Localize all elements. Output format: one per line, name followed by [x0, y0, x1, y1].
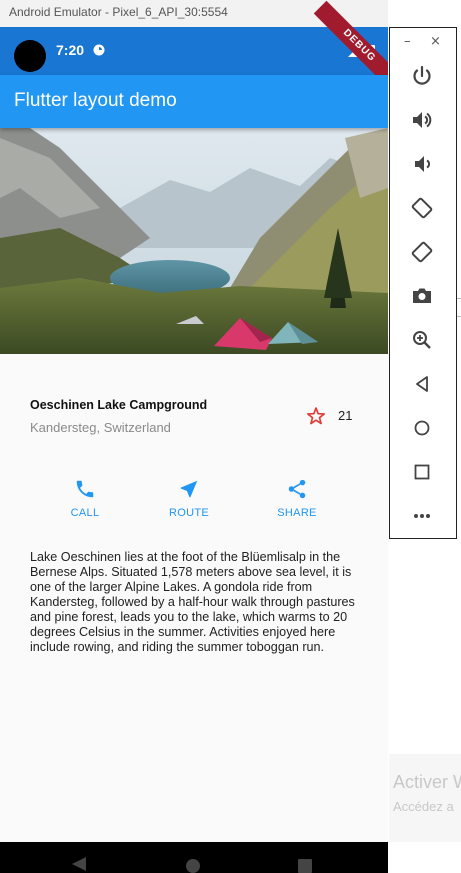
activation-title: Activer W [393, 772, 461, 792]
home-icon[interactable] [410, 416, 434, 440]
share-icon [288, 479, 306, 499]
phone-icon [76, 480, 94, 498]
route-button[interactable]: ROUTE [154, 478, 224, 519]
camera-cutout [14, 40, 46, 72]
lake-landscape-image [0, 128, 388, 354]
volume-up-icon[interactable] [410, 108, 434, 132]
rotate-right-icon[interactable] [410, 240, 434, 264]
close-icon[interactable]: × [430, 34, 441, 49]
share-button[interactable]: SHARE [262, 478, 332, 519]
place-location: Kandersteg, Switzerland [30, 420, 171, 435]
activation-subtitle: Accédez a [393, 799, 454, 814]
more-icon[interactable] [410, 504, 434, 528]
overview-icon[interactable] [410, 460, 434, 484]
status-time: 7:20 [56, 42, 85, 58]
navigation-icon [180, 480, 198, 498]
zoom-icon[interactable] [410, 328, 434, 352]
rotate-left-icon[interactable] [410, 196, 434, 220]
app-bar-title: Flutter layout demo [14, 90, 177, 111]
app-bar: Flutter layout demo [0, 75, 388, 128]
route-label: ROUTE [169, 507, 209, 519]
camera-icon[interactable] [410, 284, 434, 308]
emulator-window: Android Emulator - Pixel_6_API_30:5554 7… [0, 0, 388, 873]
share-label: SHARE [277, 507, 317, 519]
detail-content: Oeschinen Lake Campground Kandersteg, Sw… [0, 354, 388, 842]
power-icon[interactable] [410, 64, 434, 88]
system-nav-bar [0, 842, 388, 873]
emulator-toolbar: – × [389, 27, 457, 539]
status-bar: 7:20 DEBUG [0, 0, 388, 92]
desktop-background [389, 754, 461, 842]
call-label: CALL [70, 507, 100, 519]
volume-down-icon[interactable] [410, 152, 434, 176]
minimize-icon[interactable]: – [404, 34, 411, 49]
place-description: Lake Oeschinen lies at the foot of the B… [30, 550, 355, 654]
call-button[interactable]: CALL [50, 478, 120, 519]
notification-icon [93, 44, 105, 56]
star-icon[interactable] [306, 406, 326, 426]
favorite-count: 21 [338, 408, 353, 423]
nav-buttons-icon[interactable] [0, 842, 388, 873]
back-icon[interactable] [410, 372, 434, 396]
place-title: Oeschinen Lake Campground [30, 398, 208, 412]
